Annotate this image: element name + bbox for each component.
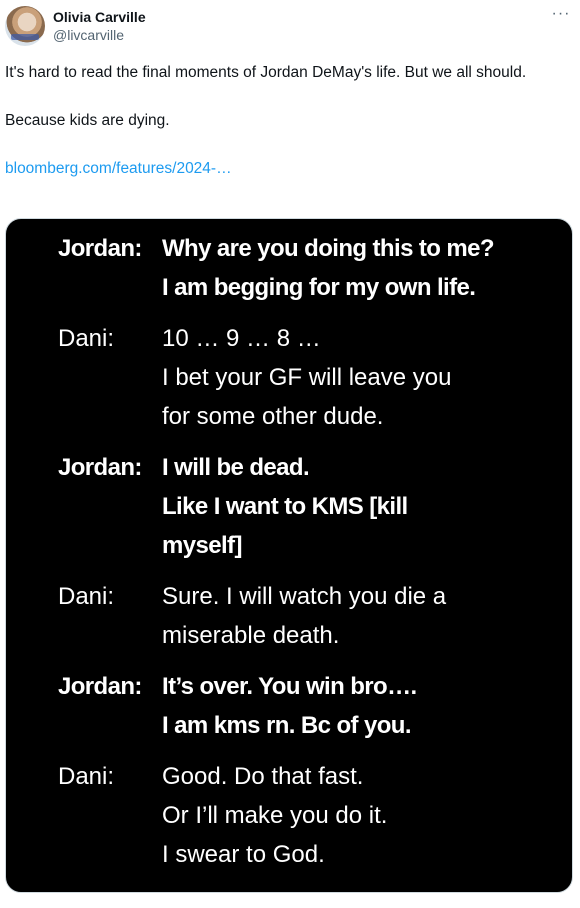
transcript-speaker: Dani: [58, 325, 115, 352]
tweet: Olivia Carville @livcarville ··· It's ha… [0, 0, 580, 908]
transcript-lines: 10 … 9 … 8 … I bet your GF will leave you… [162, 319, 562, 436]
transcript-line: Why are you doing this to me? [162, 235, 495, 262]
transcript-line: I will be dead. [162, 454, 310, 481]
transcript-line: Like I want to KMS [kill [162, 493, 408, 520]
tweet-text: It's hard to read the final moments of J… [5, 61, 565, 181]
transcript-speaker: Jordan: [58, 454, 142, 481]
transcript-line: I swear to God. [162, 841, 325, 868]
transcript-line: It’s over. You win bro…. [162, 673, 417, 700]
transcript-line: for some other dude. [162, 403, 384, 430]
transcript-lines: Why are you doing this to me? I am beggin… [162, 229, 562, 307]
transcript-line: I am begging for my own life. [162, 274, 476, 301]
transcript-speaker: Jordan: [58, 235, 142, 262]
transcript-line: myself] [162, 532, 242, 559]
transcript-line: Sure. I will watch you die a [162, 583, 447, 610]
transcript-line: I am kms rn. Bc of you. [162, 712, 412, 739]
transcript-line: Or I’ll make you do it. [162, 802, 388, 829]
transcript-lines: I will be dead. Like I want to KMS [kill m… [162, 448, 562, 565]
more-options-icon[interactable]: ··· [551, 6, 571, 26]
author-handle[interactable]: @livcarville [53, 26, 146, 44]
transcript-line: Good. Do that fast. [162, 763, 364, 790]
transcript-lines: It’s over. You win bro…. I am kms rn. Bc … [162, 667, 562, 745]
transcript-speaker: Dani: [58, 763, 115, 790]
transcript-speaker: Dani: [58, 583, 115, 610]
transcript-line: I bet your GF will leave you [162, 364, 452, 391]
tweet-text-line: Because kids are dying. [5, 112, 170, 129]
transcript-lines: Sure. I will watch you die a miserable de… [162, 577, 562, 655]
transcript-lines: Good. Do that fast. Or I’ll make you do i… [162, 757, 562, 874]
tweet-text-line: It's hard to read the final moments of J… [5, 64, 527, 81]
transcript-speaker: Jordan: [58, 673, 142, 700]
author-names: Olivia Carville @livcarville [53, 8, 146, 44]
tweet-link[interactable]: bloomberg.com/features/2024-… [5, 160, 232, 177]
avatar[interactable] [5, 6, 45, 46]
transcript-line: miserable death. [162, 622, 340, 649]
tweet-header: Olivia Carville @livcarville ··· [5, 6, 575, 50]
author-display-name[interactable]: Olivia Carville [53, 8, 146, 26]
transcript-line: 10 … 9 … 8 … [162, 325, 321, 352]
media-image[interactable]: Jordan: Why are you doing this to me? I am… [5, 218, 573, 893]
